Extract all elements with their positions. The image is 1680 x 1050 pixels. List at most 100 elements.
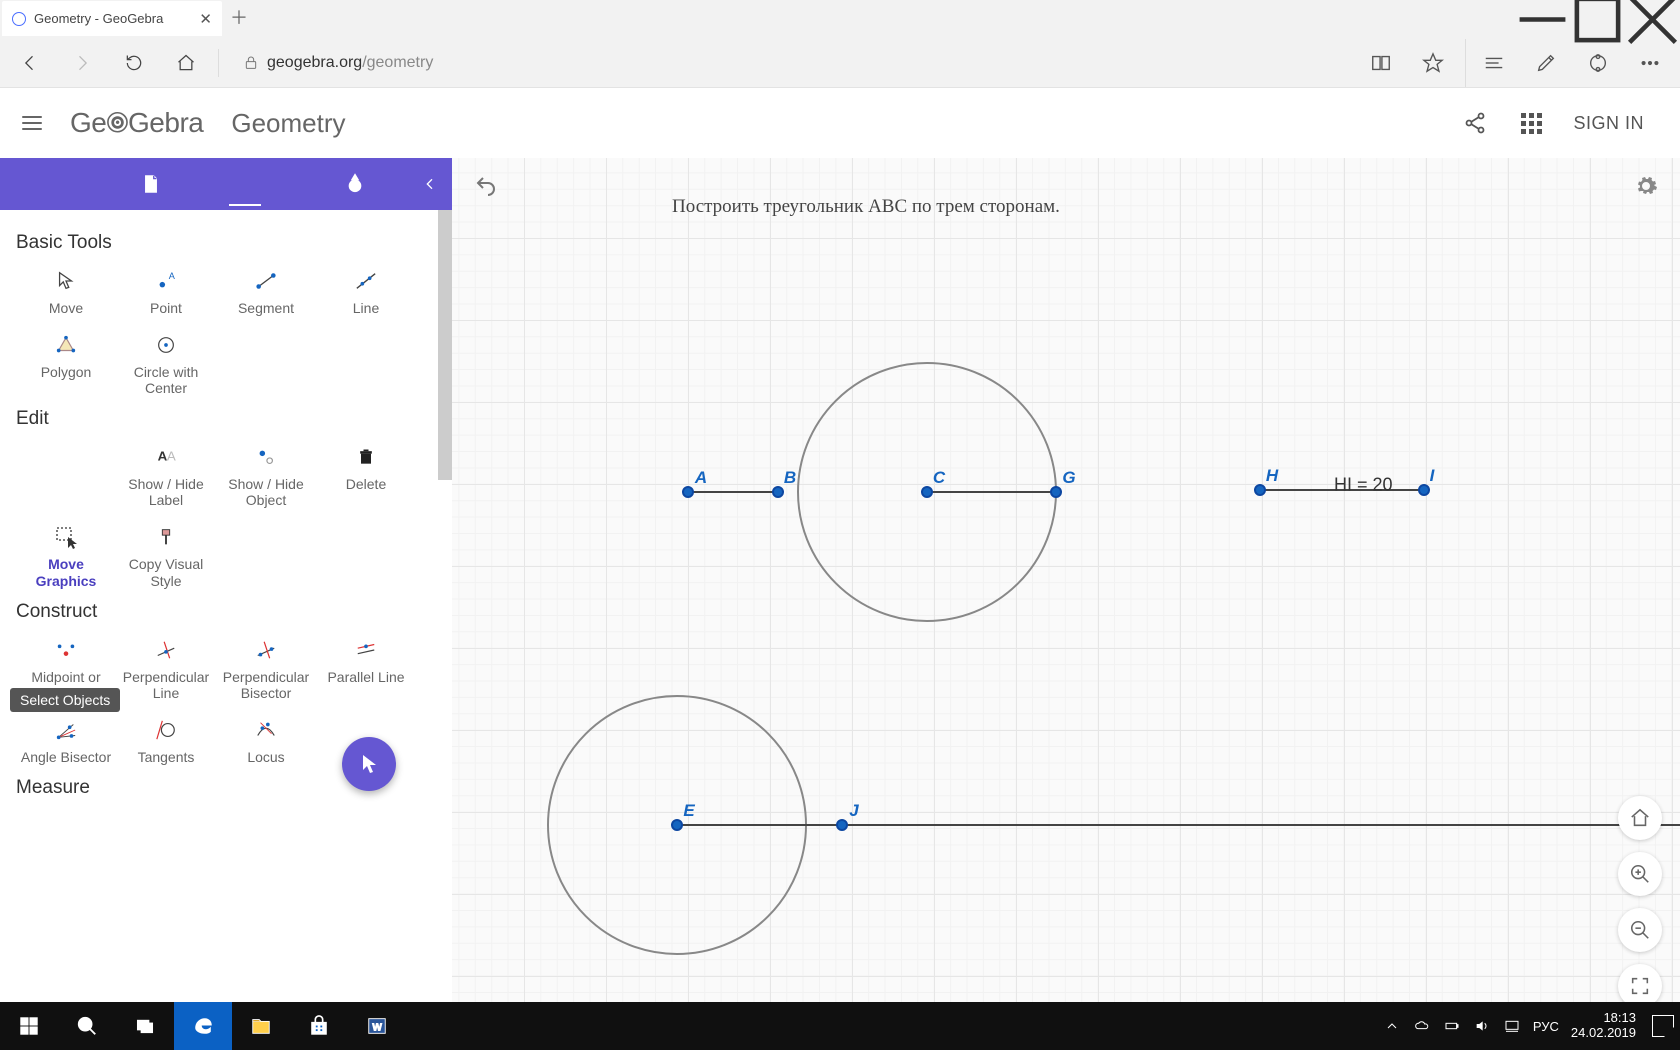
- ray-ej[interactable]: [677, 824, 1680, 826]
- tray-clock[interactable]: 18:13 24.02.2019: [1571, 1011, 1640, 1041]
- favicon-icon: [12, 12, 26, 26]
- window-minimize-button[interactable]: [1515, 0, 1570, 38]
- tray-volume-icon[interactable]: [1473, 1017, 1491, 1035]
- tool-perpendicular-line[interactable]: Perpendicular Line: [116, 629, 216, 705]
- tray-onedrive-icon[interactable]: [1413, 1017, 1431, 1035]
- tab-title: Geometry - GeoGebra: [34, 11, 163, 26]
- taskbar-edge[interactable]: [174, 1002, 232, 1050]
- tool-polygon[interactable]: Polygon: [16, 324, 116, 400]
- tool-angle-bisector[interactable]: Angle Bisector: [16, 709, 116, 769]
- app-header: Ge🞋Gebra Geometry SIGN IN: [0, 88, 1680, 158]
- home-button[interactable]: [162, 39, 210, 87]
- home-view-button[interactable]: [1618, 796, 1662, 840]
- window-close-button[interactable]: [1625, 0, 1680, 38]
- tool-copy-visual-style[interactable]: Copy Visual Style: [116, 516, 216, 592]
- tooltip: Select Objects: [10, 688, 120, 712]
- hub-icon[interactable]: [1470, 39, 1518, 87]
- url-path: /geometry: [362, 54, 433, 72]
- zoom-in-button[interactable]: [1618, 852, 1662, 896]
- fab-cursor-button[interactable]: [342, 737, 396, 791]
- tool-point[interactable]: APoint: [116, 260, 216, 320]
- forward-button[interactable]: [58, 39, 106, 87]
- tab-close-icon[interactable]: ✕: [199, 10, 212, 28]
- favorite-icon[interactable]: [1409, 39, 1457, 87]
- window-titlebar: Geometry - GeoGebra ✕ ＋: [0, 0, 1680, 38]
- tool-perpendicular-bisector[interactable]: Perpendicular Bisector: [216, 629, 316, 705]
- label-a: A: [695, 468, 707, 488]
- back-button[interactable]: [6, 39, 54, 87]
- sidebar-tabs: [0, 158, 452, 210]
- point-h[interactable]: [1254, 484, 1266, 496]
- tool-locus[interactable]: Locus: [216, 709, 316, 769]
- refresh-button[interactable]: [110, 39, 158, 87]
- window-maximize-button[interactable]: [1570, 0, 1625, 38]
- zoom-out-button[interactable]: [1618, 908, 1662, 952]
- graphics-canvas[interactable]: Построить треугольник ABC по трем сторон…: [452, 158, 1680, 1002]
- windows-taskbar: W РУС 18:13 24.02.2019: [0, 1002, 1680, 1050]
- construction-layer: Построить треугольник ABC по трем сторон…: [452, 158, 1680, 1002]
- label-j: J: [849, 801, 858, 821]
- tray-language[interactable]: РУС: [1533, 1019, 1559, 1034]
- tool-segment[interactable]: Segment: [216, 260, 316, 320]
- tools-panel: Basic Tools Move APoint Segment Line Pol…: [0, 210, 452, 805]
- point-j[interactable]: [836, 819, 848, 831]
- tool-line[interactable]: Line: [316, 260, 416, 320]
- sidebar: Basic Tools Move APoint Segment Line Pol…: [0, 158, 452, 1002]
- section-construct: Construct: [16, 601, 444, 623]
- svg-text:A: A: [169, 271, 176, 281]
- tool-tangents[interactable]: Tangents: [116, 709, 216, 769]
- new-tab-button[interactable]: ＋: [222, 0, 256, 34]
- tool-parallel-line[interactable]: Parallel Line: [316, 629, 416, 705]
- point-c[interactable]: [921, 486, 933, 498]
- section-edit: Edit: [16, 408, 444, 430]
- label-i: I: [1430, 466, 1435, 486]
- point-b[interactable]: [772, 486, 784, 498]
- apps-icon[interactable]: [1517, 109, 1545, 137]
- search-button[interactable]: [58, 1002, 116, 1050]
- tab-algebra-icon[interactable]: [139, 164, 163, 204]
- label-g: G: [1062, 468, 1075, 488]
- tray-chevron-icon[interactable]: [1383, 1017, 1401, 1035]
- label-h: H: [1266, 466, 1278, 486]
- point-e[interactable]: [671, 819, 683, 831]
- label-b: B: [784, 468, 796, 488]
- tool-show-hide-label[interactable]: AAShow / Hide Label: [116, 436, 216, 512]
- tool-delete[interactable]: Delete: [316, 436, 416, 512]
- taskbar-store[interactable]: [290, 1002, 348, 1050]
- signin-button[interactable]: SIGN IN: [1573, 113, 1644, 134]
- svg-text:A: A: [167, 449, 176, 464]
- taskbar-explorer[interactable]: [232, 1002, 290, 1050]
- start-button[interactable]: [0, 1002, 58, 1050]
- point-g[interactable]: [1050, 486, 1062, 498]
- svg-text:W: W: [372, 1023, 382, 1034]
- point-i[interactable]: [1418, 484, 1430, 496]
- taskbar-word[interactable]: W: [348, 1002, 406, 1050]
- segment-cg[interactable]: [927, 491, 1057, 493]
- tool-move[interactable]: Move: [16, 260, 116, 320]
- geogebra-logo[interactable]: Ge🞋Gebra: [70, 107, 203, 140]
- tool-show-hide-object[interactable]: Show / Hide Object: [216, 436, 316, 512]
- address-bar[interactable]: geogebra.org/geometry: [227, 54, 1353, 72]
- point-a[interactable]: [682, 486, 694, 498]
- segment-ab[interactable]: [688, 491, 778, 493]
- task-view-button[interactable]: [116, 1002, 174, 1050]
- url-host: geogebra.org: [267, 54, 362, 72]
- scrollbar-thumb[interactable]: [438, 210, 452, 480]
- browser-toolbar: geogebra.org/geometry: [0, 38, 1680, 88]
- label-c: C: [933, 468, 945, 488]
- tray-battery-icon[interactable]: [1443, 1017, 1461, 1035]
- browser-tab[interactable]: Geometry - GeoGebra ✕: [2, 1, 222, 36]
- collapse-sidebar-icon[interactable]: [421, 170, 438, 198]
- extensions-icon[interactable]: [1574, 39, 1622, 87]
- tool-move-graphics[interactable]: Move Graphics: [16, 516, 116, 592]
- tray-notifications-icon[interactable]: [1652, 1015, 1674, 1037]
- reading-view-icon[interactable]: [1357, 39, 1405, 87]
- menu-button[interactable]: [12, 103, 52, 143]
- tray-ime-icon[interactable]: [1503, 1017, 1521, 1035]
- share-icon[interactable]: [1461, 109, 1489, 137]
- tab-tools-icon[interactable]: [343, 164, 367, 204]
- page-title: Geometry: [231, 108, 345, 139]
- notes-icon[interactable]: [1522, 39, 1570, 87]
- more-icon[interactable]: [1626, 39, 1674, 87]
- tool-circle-center[interactable]: Circle with Center: [116, 324, 216, 400]
